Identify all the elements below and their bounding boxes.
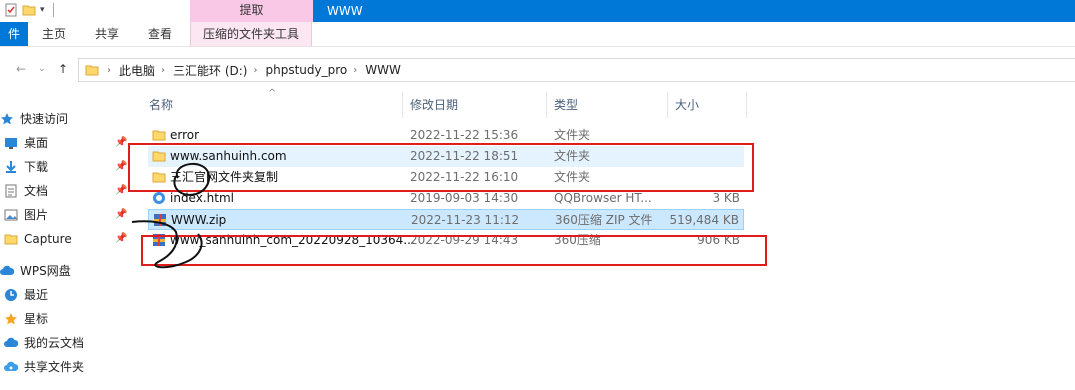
sidebar-item-label: 桌面 xyxy=(24,136,49,150)
star-icon xyxy=(5,313,17,325)
share-cloud-icon xyxy=(4,361,18,371)
column-header-size[interactable]: 大小 xyxy=(675,92,699,120)
pin-icon[interactable]: 📌 xyxy=(115,209,127,220)
toolbar-divider xyxy=(52,3,54,17)
context-tab-extract[interactable]: 提取 xyxy=(190,0,313,22)
window-title: WWW xyxy=(313,0,1075,22)
file-size: 519,484 KB xyxy=(669,213,739,227)
chevron-right-icon[interactable]: › xyxy=(253,65,257,76)
file-date: 2022-11-23 11:12 xyxy=(411,213,520,227)
quick-access-toolbar: ▾ xyxy=(4,3,54,17)
clock-icon xyxy=(5,289,17,301)
folder-icon xyxy=(4,234,18,245)
annotation-red-box xyxy=(141,235,767,266)
column-divider[interactable] xyxy=(546,92,547,118)
file-row-selected[interactable]: WWW.zip 2022-11-23 11:12 360压缩 ZIP 文件 51… xyxy=(148,209,744,230)
pin-icon[interactable]: 📌 xyxy=(115,137,127,148)
sidebar-item-recent[interactable]: 最近 xyxy=(4,284,48,306)
sidebar-item-label: 快速访问 xyxy=(20,112,69,126)
picture-icon xyxy=(4,209,18,221)
file-name: WWW.zip xyxy=(171,213,227,227)
sidebar-item-capture[interactable]: Capture xyxy=(4,228,72,250)
sidebar-item-label: 下载 xyxy=(24,160,49,174)
breadcrumb-this-pc[interactable]: 此电脑 xyxy=(119,62,155,79)
new-folder-icon[interactable] xyxy=(22,3,36,17)
column-divider[interactable] xyxy=(746,92,747,118)
breadcrumb-www[interactable]: WWW xyxy=(365,63,401,77)
tab-share[interactable]: 共享 xyxy=(95,22,119,46)
tab-home[interactable]: 主页 xyxy=(42,22,66,46)
folder-icon xyxy=(85,65,99,76)
ribbon-tabs: 件 主页 共享 查看 压缩的文件夹工具 xyxy=(0,22,1075,47)
column-divider[interactable] xyxy=(667,92,668,118)
address-bar[interactable]: › 此电脑 › 三汇能环 (D:) › phpstudy_pro › WWW xyxy=(78,58,1075,82)
sidebar-item-shared-folders[interactable]: 共享文件夹 xyxy=(4,356,84,378)
file-type: 360压缩 ZIP 文件 xyxy=(555,213,653,227)
sidebar-item-desktop[interactable]: 桌面 xyxy=(4,132,48,154)
back-arrow-icon[interactable]: ← xyxy=(16,62,26,76)
pin-icon[interactable]: 📌 xyxy=(115,233,127,244)
sidebar-item-my-cloud-docs[interactable]: 我的云文档 xyxy=(4,332,84,354)
column-header-date[interactable]: 修改日期 xyxy=(410,92,458,120)
sidebar-item-documents[interactable]: 文档 xyxy=(4,180,48,202)
breadcrumb-phpstudy-pro[interactable]: phpstudy_pro xyxy=(265,63,347,77)
chevron-right-icon[interactable]: › xyxy=(161,65,165,76)
sidebar-item-label: 共享文件夹 xyxy=(24,360,85,374)
sidebar-item-label: 星标 xyxy=(24,312,49,326)
tab-compressed-folder-tools[interactable]: 压缩的文件夹工具 xyxy=(190,22,313,46)
sidebar-item-downloads[interactable]: 下载 xyxy=(4,156,48,178)
title-bar: ▾ 提取 WWW xyxy=(0,0,1075,22)
folder-icon xyxy=(152,130,166,141)
sidebar-item-pictures[interactable]: 图片 xyxy=(4,204,48,226)
sidebar-item-label: 文档 xyxy=(24,184,49,198)
up-arrow-icon[interactable]: ↑ xyxy=(58,62,68,76)
breadcrumb-drive-d[interactable]: 三汇能环 (D:) xyxy=(173,62,247,79)
sidebar-quick-access[interactable]: 快速访问 xyxy=(0,108,68,130)
properties-icon[interactable] xyxy=(4,3,18,17)
sidebar-wps-drive[interactable]: WPS网盘 xyxy=(0,260,71,282)
sidebar-item-label: 最近 xyxy=(24,288,49,302)
sidebar-item-starred[interactable]: 星标 xyxy=(4,308,48,330)
download-icon xyxy=(6,161,16,173)
wps-cloud-icon xyxy=(0,265,14,275)
sidebar-item-label: 图片 xyxy=(24,208,49,222)
navigation-pane: 快速访问 桌面 📌 下载 📌 文档 📌 图片 📌 Capture 📌 WPS网盘… xyxy=(0,108,130,390)
pin-icon[interactable]: 📌 xyxy=(115,185,127,196)
sidebar-item-label: Capture xyxy=(24,232,72,246)
annotation-red-box xyxy=(128,143,754,192)
column-header-name[interactable]: 名称 xyxy=(149,92,173,120)
customize-toolbar-icon[interactable]: ▾ xyxy=(40,5,45,15)
html-icon xyxy=(153,192,165,204)
sort-ascending-icon: ^ xyxy=(268,88,277,99)
zip-icon xyxy=(154,214,166,226)
address-row: ← ⌄ ↑ › 此电脑 › 三汇能环 (D:) › phpstudy_pro ›… xyxy=(0,50,1075,90)
column-divider[interactable] xyxy=(402,92,403,118)
sidebar-item-label: 我的云文档 xyxy=(24,336,85,350)
recent-locations-icon[interactable]: ⌄ xyxy=(38,64,46,74)
tab-view[interactable]: 查看 xyxy=(148,22,172,46)
pin-icon[interactable]: 📌 xyxy=(115,161,127,172)
chevron-right-icon[interactable]: › xyxy=(107,65,111,76)
column-header-type[interactable]: 类型 xyxy=(554,92,578,120)
tab-file[interactable]: 件 xyxy=(0,22,28,46)
chevron-right-icon[interactable]: › xyxy=(353,65,357,76)
desktop-icon xyxy=(5,138,17,149)
cloud-icon xyxy=(4,337,18,347)
document-icon xyxy=(5,184,17,198)
star-blue-icon xyxy=(1,113,13,125)
sidebar-item-label: WPS网盘 xyxy=(20,264,71,278)
